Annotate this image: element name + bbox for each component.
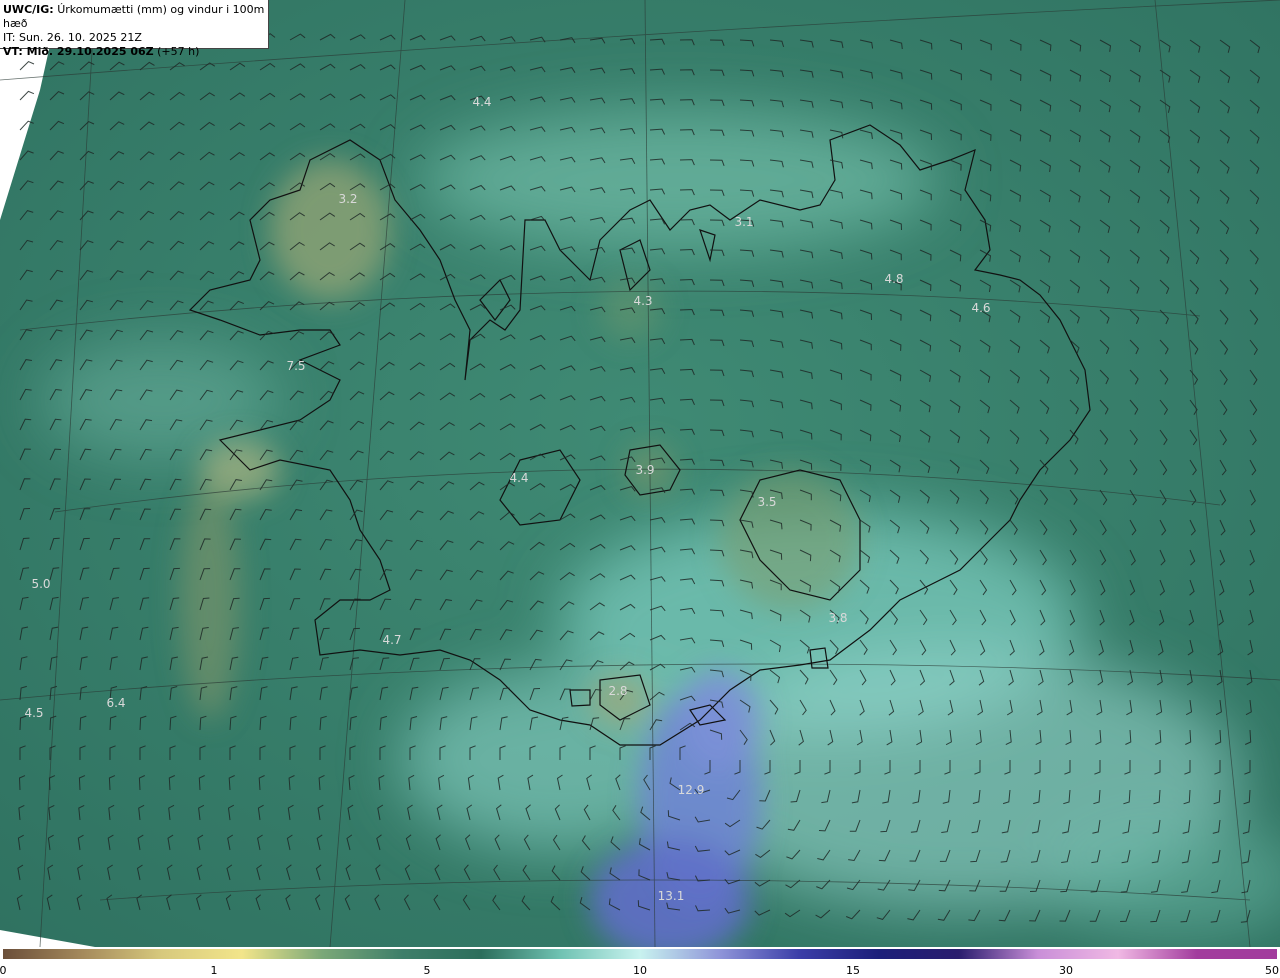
map-label: 2.8 — [608, 684, 627, 698]
map-label: 4.4 — [509, 471, 528, 485]
colorbar-segment — [560, 949, 640, 959]
colorbar-tick: 5 — [423, 964, 431, 977]
info-box: UWC/IG: Úrkomumætti (mm) og vindur i 100… — [0, 0, 269, 58]
colorbar-segment — [799, 949, 879, 959]
map-label: 13.1 — [658, 889, 685, 903]
map-label: 6.4 — [106, 696, 125, 710]
colorbar-segment — [162, 949, 242, 959]
map-label: 4.5 — [24, 706, 43, 720]
map-label: 4.6 — [971, 301, 990, 315]
colorbar: 0 1 5 10 15 30 50 — [0, 947, 1280, 978]
lead-time: (+57 h) — [157, 45, 200, 58]
colorbar-segment — [321, 949, 402, 959]
map-label: 4.3 — [633, 294, 652, 308]
map-label: 3.2 — [338, 192, 357, 206]
colorbar-segment — [480, 949, 561, 959]
map-label: 4.7 — [382, 633, 401, 647]
colorbar-segment — [1038, 949, 1118, 959]
map-label: 3.9 — [635, 463, 654, 477]
map-label: 7.5 — [286, 359, 305, 373]
title-line: UWC/IG: Úrkomumætti (mm) og vindur i 100… — [3, 3, 268, 31]
map-label: 3.8 — [828, 611, 847, 625]
colorbar-segment — [1197, 949, 1277, 959]
product-code: UWC/IG: — [3, 3, 54, 16]
colorbar-segment — [640, 949, 720, 959]
colorbar-segment — [878, 949, 959, 959]
weather-map: 4.4 3.2 3.1 4.3 4.8 4.6 7.5 3.9 4.4 3.5 … — [0, 0, 1280, 947]
colorbar-tick: 10 — [633, 964, 647, 977]
colorbar-segment — [401, 949, 481, 959]
map-label: 12.9 — [678, 783, 705, 797]
valid-time: VT: Mið. 29.10.2025 06Z — [3, 45, 154, 58]
colorbar-segment — [1117, 949, 1198, 959]
map-label: 4.4 — [472, 95, 491, 109]
colorbar-tick: 15 — [846, 964, 860, 977]
map-label: 5.0 — [31, 577, 50, 591]
colorbar-segment — [958, 949, 1039, 959]
valid-time-line: VT: Mið. 29.10.2025 06Z (+57 h) — [3, 45, 268, 59]
map-label: 3.5 — [757, 495, 776, 509]
map-label: 3.1 — [734, 215, 753, 229]
colorbar-tick: 30 — [1059, 964, 1073, 977]
issue-time: IT: Sun. 26. 10. 2025 21Z — [3, 31, 142, 44]
colorbar-tick: 0 — [0, 964, 7, 977]
colorbar-tick: 1 — [210, 964, 218, 977]
map-label: 4.8 — [884, 272, 903, 286]
colorbar-segment — [719, 949, 800, 959]
colorbar-gradient — [3, 949, 1277, 959]
colorbar-segment — [82, 949, 163, 959]
colorbar-tick: 50 — [1265, 964, 1279, 977]
colorbar-segment — [3, 949, 83, 959]
colorbar-segment — [241, 949, 322, 959]
